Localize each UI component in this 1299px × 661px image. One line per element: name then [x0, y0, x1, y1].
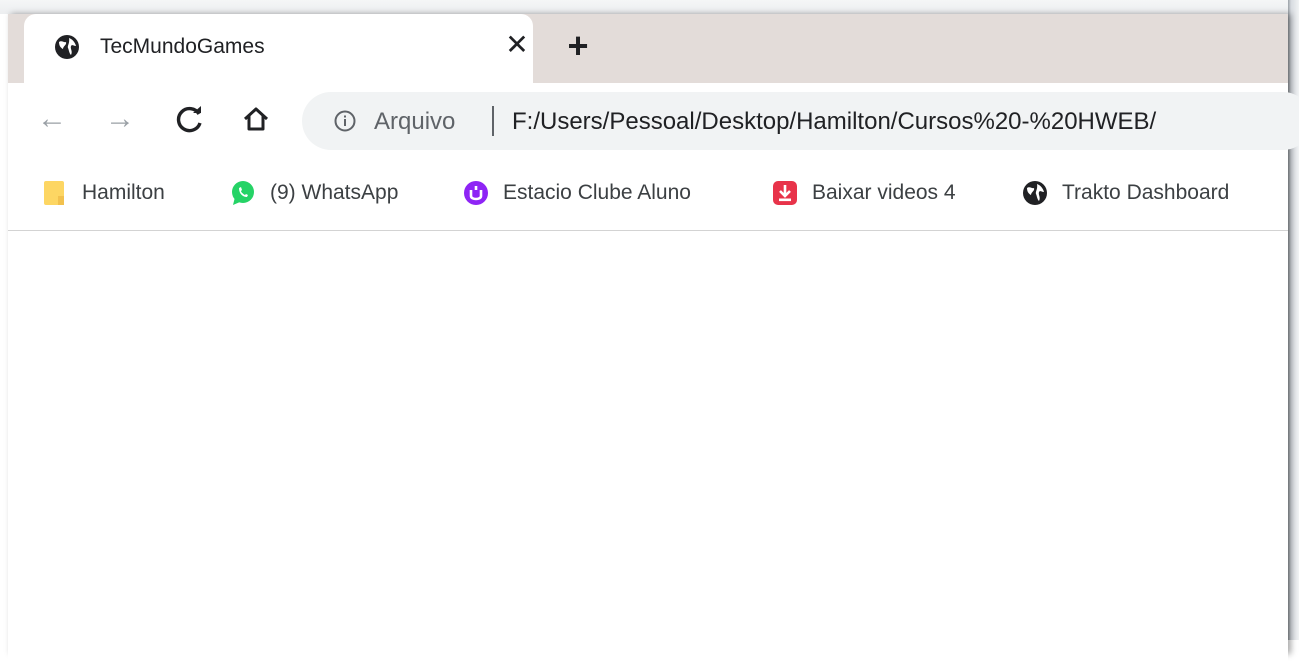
tab-title: TecMundoGames	[100, 35, 265, 58]
forward-button[interactable]: →	[102, 101, 138, 137]
estacio-icon	[464, 181, 488, 205]
address-bar[interactable]: Arquivo F:/Users/Pessoal/Desktop/Hamilto…	[302, 92, 1299, 150]
tab-strip: TecMundoGames ✕ +	[8, 14, 1288, 83]
new-tab-button[interactable]: +	[563, 28, 593, 64]
security-label: Arquivo	[374, 108, 456, 135]
bookmark-estacio[interactable]: Estacio Clube Aluno	[463, 178, 691, 208]
whatsapp-icon	[232, 181, 254, 205]
close-tab-icon[interactable]: ✕	[502, 30, 532, 60]
bookmark-baixar-videos[interactable]: Baixar videos 4	[772, 178, 956, 208]
bookmark-label: Hamilton	[82, 181, 165, 204]
reload-icon	[176, 106, 202, 133]
reload-button[interactable]	[172, 101, 208, 137]
page-content	[8, 231, 1288, 661]
toolbar: ← → Arquivo F:/Users/Pessoal/Desktop/Ham…	[8, 83, 1299, 160]
back-button[interactable]: ←	[34, 101, 70, 137]
bookmark-label: Trakto Dashboard	[1062, 181, 1230, 204]
home-button[interactable]	[238, 101, 274, 137]
omnibox-separator	[492, 106, 494, 136]
bookmark-hamilton[interactable]: Hamilton	[42, 178, 165, 208]
download-icon	[773, 181, 797, 205]
bookmark-trakto[interactable]: Trakto Dashboard	[1022, 178, 1229, 208]
bookmark-whatsapp[interactable]: (9) WhatsApp	[230, 178, 398, 208]
bookmarks-bar: Hamilton (9) WhatsApp Estacio Clube Alun…	[8, 160, 1288, 231]
active-tab[interactable]: TecMundoGames ✕	[24, 14, 533, 83]
bookmark-label: Estacio Clube Aluno	[503, 181, 691, 204]
globe-icon	[55, 35, 79, 59]
globe-icon	[1023, 181, 1047, 205]
home-icon	[243, 107, 269, 131]
bookmark-label: Baixar videos 4	[812, 181, 956, 204]
folder-icon	[44, 181, 64, 205]
bookmark-label: (9) WhatsApp	[270, 181, 399, 204]
info-icon[interactable]	[334, 110, 356, 132]
url-text[interactable]: F:/Users/Pessoal/Desktop/Hamilton/Cursos…	[512, 108, 1156, 136]
browser-window: TecMundoGames ✕ + ← → Arquivo F:/Users/P…	[8, 14, 1299, 661]
window-top-edge	[0, 0, 1299, 14]
